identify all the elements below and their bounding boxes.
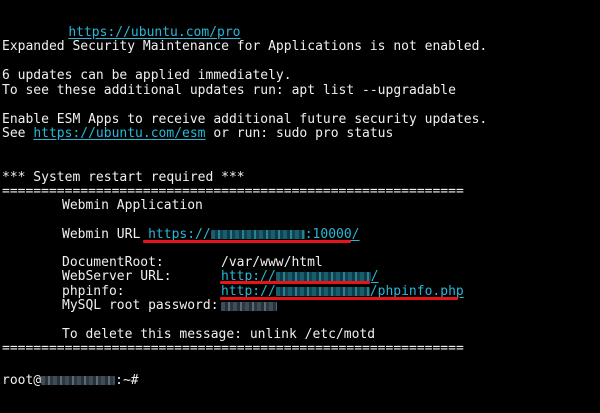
ubuntu-esm-link[interactable]: https://ubuntu.com/esm — [33, 126, 205, 141]
see-esm-line: See https://ubuntu.com/esm or run: sudo … — [2, 126, 394, 142]
mysql-line: MySQL root password: — [62, 298, 277, 314]
ubuntu-pro-link[interactable]: https://ubuntu.com/pro — [68, 25, 240, 40]
updates-line: 6 updates can be applied immediately. — [2, 68, 292, 83]
annotation-underline-phpinfo — [220, 297, 458, 300]
prompt-user: root@ — [2, 373, 42, 388]
webserver-suffix: / — [370, 269, 379, 284]
redacted-hostname — [41, 376, 116, 385]
redacted-mysql-password — [221, 302, 277, 311]
redacted-ip-phpinfo — [275, 287, 370, 296]
shell-prompt[interactable]: root@ :~# — [2, 371, 146, 388]
webserver-label: WebServer URL: — [62, 269, 172, 284]
text-cursor — [139, 371, 146, 384]
webmin-heading: Webmin Application — [62, 198, 203, 213]
redacted-login-info — [2, 353, 440, 365]
docroot-label: DocumentRoot: — [62, 255, 164, 270]
webmin-url-label: Webmin URL — [62, 227, 149, 242]
esm-apps-status: Expanded Security Maintenance for Applic… — [2, 39, 488, 54]
annotation-underline-webmin — [143, 240, 351, 243]
redacted-ip-webserver — [275, 272, 371, 281]
phpinfo-label: phpinfo: — [62, 284, 125, 299]
pro-link-line: https://ubuntu.com/pro — [37, 11, 240, 40]
upgradable-line: To see these additional updates run: apt… — [2, 83, 456, 98]
see-prefix: See — [2, 126, 34, 141]
see-suffix: or run: sudo pro status — [205, 126, 394, 141]
prompt-suffix: :~# — [115, 373, 139, 388]
redacted-ip-webmin — [210, 230, 305, 239]
mysql-label: MySQL root password: — [62, 298, 219, 313]
terminal-window[interactable]: https://ubuntu.com/pro Expanded Security… — [0, 0, 600, 413]
webserver-line: WebServer URL: http:/// — [62, 269, 379, 285]
